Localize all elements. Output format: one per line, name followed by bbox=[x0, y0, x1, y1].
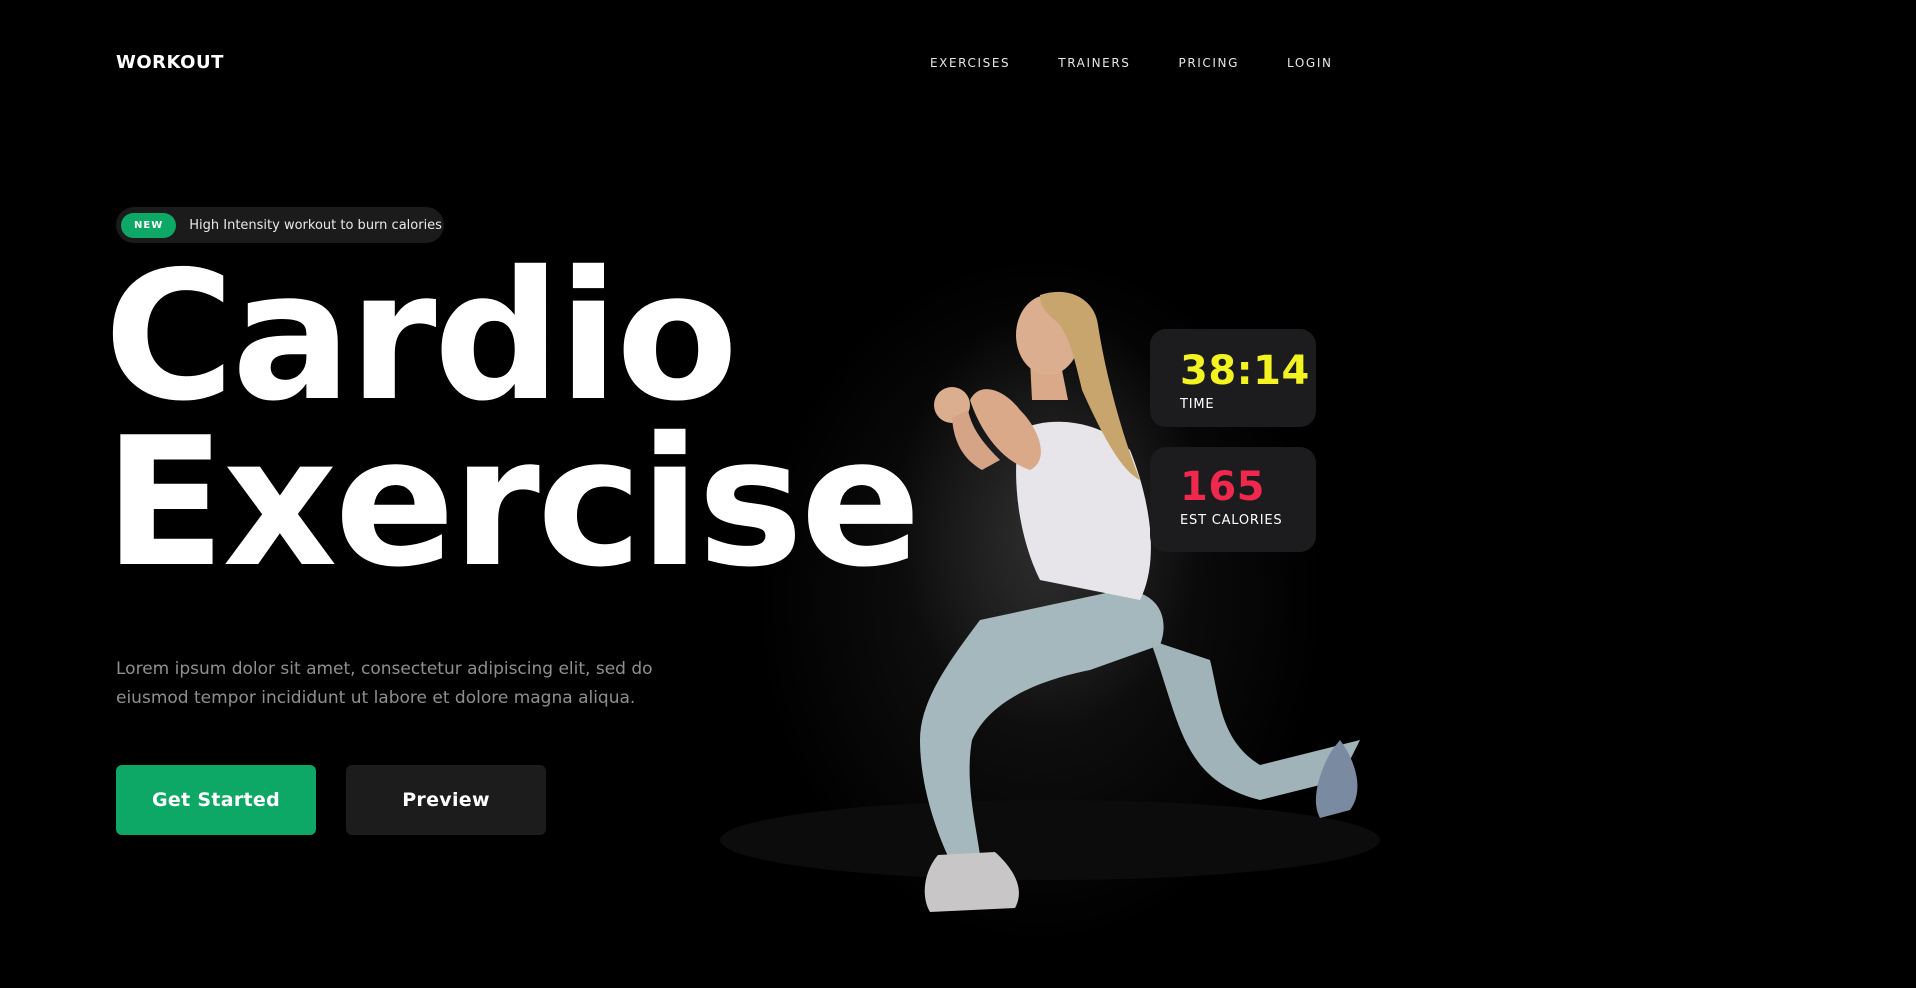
nav-pricing[interactable]: PRICING bbox=[1179, 56, 1240, 70]
landing-page: WORKOUT EXERCISES TRAINERS PRICING LOGIN… bbox=[0, 0, 1916, 988]
calories-label: EST CALORIES bbox=[1180, 513, 1283, 528]
nav-login[interactable]: LOGIN bbox=[1287, 56, 1333, 70]
main-nav: EXERCISES TRAINERS PRICING LOGIN bbox=[930, 56, 1381, 70]
time-stat-card: 38:14 TIME bbox=[1150, 329, 1316, 427]
calories-stat-card: 165 EST CALORIES bbox=[1150, 447, 1316, 552]
hero-description: Lorem ipsum dolor sit amet, consectetur … bbox=[116, 659, 653, 708]
time-value: 38:14 bbox=[1180, 348, 1310, 394]
get-started-button[interactable]: Get Started bbox=[116, 765, 316, 835]
nav-trainers[interactable]: TRAINERS bbox=[1058, 56, 1130, 70]
nav-exercises[interactable]: EXERCISES bbox=[930, 56, 1010, 70]
calories-value: 165 bbox=[1180, 464, 1265, 510]
hero-title: Cardio Exercise bbox=[104, 233, 921, 606]
hero-title-line2: Exercise bbox=[104, 399, 921, 606]
time-label: TIME bbox=[1180, 397, 1215, 412]
brand-logo[interactable]: WORKOUT bbox=[116, 52, 224, 73]
hero-title-line1: Cardio bbox=[104, 233, 738, 440]
announcement-text: High Intensity workout to burn calories bbox=[189, 217, 442, 233]
preview-button[interactable]: Preview bbox=[346, 765, 546, 835]
